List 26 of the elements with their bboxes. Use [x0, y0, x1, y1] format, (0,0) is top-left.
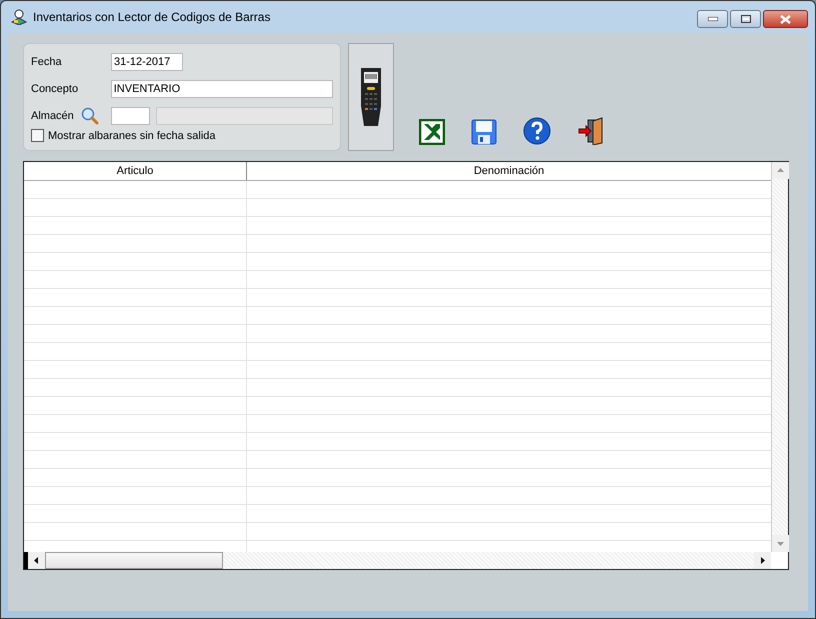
- help-icon[interactable]: [523, 117, 551, 145]
- exit-door-icon[interactable]: [577, 117, 605, 145]
- maximize-button[interactable]: [730, 10, 761, 28]
- close-button[interactable]: [763, 10, 808, 28]
- scanner-button[interactable]: [348, 43, 394, 151]
- warehouse-name-field[interactable]: [156, 107, 333, 125]
- scrollbar-thumb[interactable]: [45, 552, 223, 569]
- maximize-icon: [740, 15, 750, 23]
- search-icon[interactable]: [80, 107, 99, 125]
- warehouse-code-field[interactable]: [110, 107, 150, 125]
- window-title: Inventarios con Lector de Codigos de Barras: [33, 10, 270, 24]
- app-icon: [11, 9, 27, 25]
- spreadsheet-icon[interactable]: [419, 119, 445, 145]
- field-label: Concepto: [31, 83, 80, 95]
- save-icon[interactable]: [471, 119, 497, 145]
- checkbox[interactable]: [31, 129, 44, 142]
- minimize-button[interactable]: [697, 10, 728, 28]
- concept-field[interactable]: INVENTARIO: [110, 80, 333, 98]
- close-icon: [780, 14, 791, 24]
- field-label: Almacén: [31, 110, 75, 122]
- date-field[interactable]: 31-12-2017: [111, 53, 183, 71]
- field-label: Fecha: [31, 56, 63, 68]
- minimize-icon: [708, 17, 718, 21]
- checkbox-label: Mostrar albaranes sin fecha salida: [48, 130, 216, 142]
- barcode-scanner-icon: [358, 66, 384, 128]
- horizontal-scrollbar[interactable]: [24, 552, 771, 569]
